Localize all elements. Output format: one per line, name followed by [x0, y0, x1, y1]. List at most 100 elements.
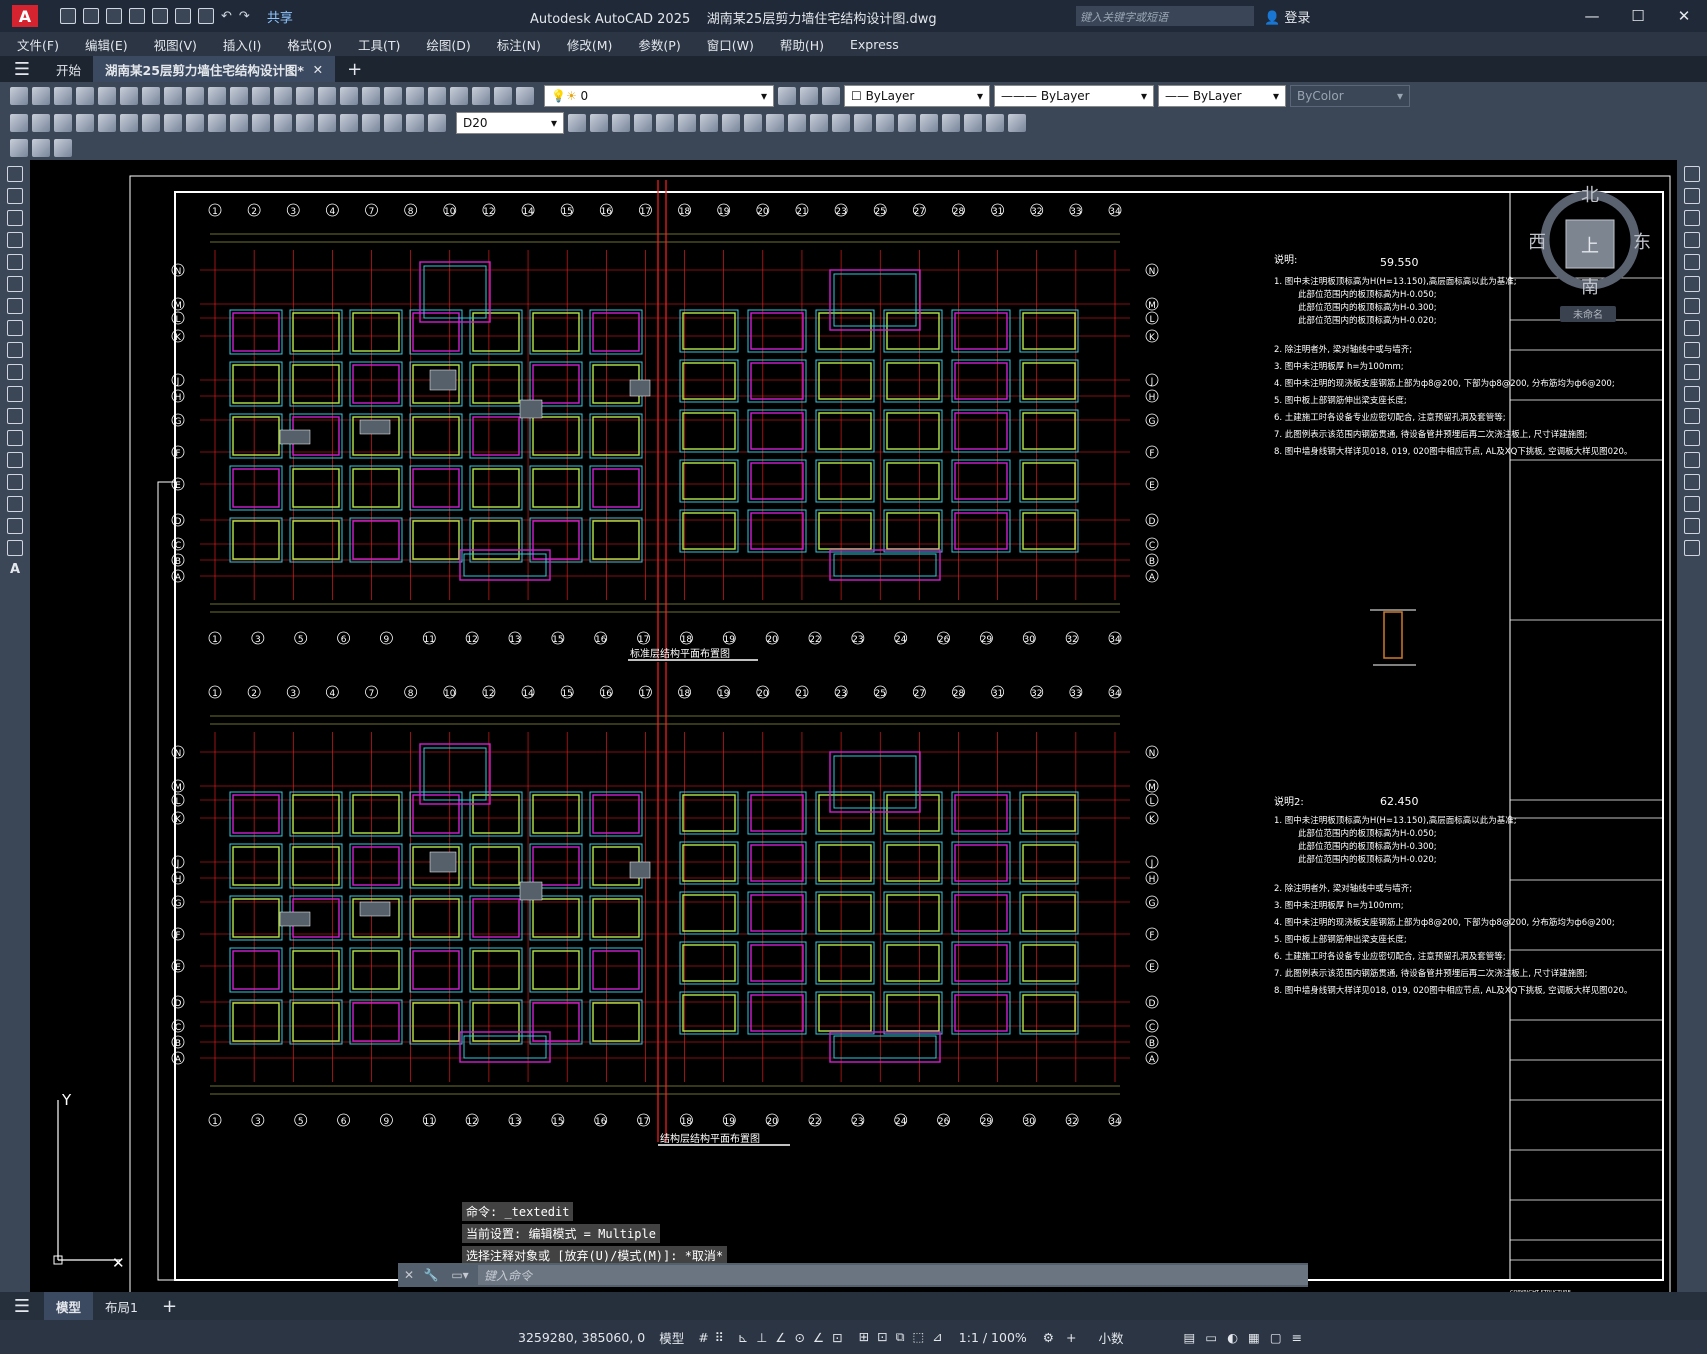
subtract-icon[interactable]: [854, 114, 872, 132]
tool-palette-icon[interactable]: [406, 87, 424, 105]
attribute-icon[interactable]: [32, 139, 50, 157]
print-icon[interactable]: [198, 8, 214, 24]
dim-diameter-icon[interactable]: [142, 114, 160, 132]
lineweight-dropdown[interactable]: —— ByLayer ▾: [1158, 85, 1286, 107]
circle-icon[interactable]: [7, 298, 23, 314]
zoom-window-icon[interactable]: [318, 87, 336, 105]
add-layout-button[interactable]: +: [150, 1292, 189, 1320]
text-icon[interactable]: A: [7, 562, 23, 578]
extrude-icon[interactable]: [744, 114, 762, 132]
gear-icon[interactable]: ⚙: [1043, 1330, 1054, 1345]
zoom-previous-icon[interactable]: [340, 87, 358, 105]
calculator-icon[interactable]: [450, 87, 468, 105]
cut-icon[interactable]: [142, 87, 160, 105]
polygon-icon[interactable]: [7, 232, 23, 248]
point-icon[interactable]: [7, 452, 23, 468]
menu-item-3[interactable]: 插入(I): [206, 35, 270, 54]
menu-item-1[interactable]: 编辑(E): [68, 35, 137, 54]
gradient-icon[interactable]: [7, 496, 23, 512]
menu-item-11[interactable]: 帮助(H): [763, 35, 833, 54]
dim-baseline-icon[interactable]: [208, 114, 226, 132]
menu-item-0[interactable]: 文件(F): [0, 35, 68, 54]
publish-icon[interactable]: [175, 8, 191, 24]
dim-continue-icon[interactable]: [230, 114, 248, 132]
center-mark-icon[interactable]: [318, 114, 336, 132]
union-icon[interactable]: [832, 114, 850, 132]
preview-icon[interactable]: [98, 87, 116, 105]
menu-item-9[interactable]: 参数(P): [621, 35, 689, 54]
make-current-icon[interactable]: [778, 87, 796, 105]
stretch-icon[interactable]: [1684, 342, 1700, 358]
menu-item-12[interactable]: Express: [833, 37, 908, 52]
layout-menu-icon[interactable]: ☰: [0, 1296, 44, 1317]
make-block-icon[interactable]: [7, 430, 23, 446]
polyline-icon[interactable]: [7, 210, 23, 226]
spline-icon[interactable]: [7, 342, 23, 358]
erase-icon[interactable]: [1684, 166, 1700, 182]
3d-rotate-icon[interactable]: [964, 114, 982, 132]
copy-icon[interactable]: [164, 87, 182, 105]
torus-icon[interactable]: [722, 114, 740, 132]
dim-jogged-icon[interactable]: [120, 114, 138, 132]
block-editor-icon[interactable]: [10, 139, 28, 157]
layer-match-icon[interactable]: [822, 87, 840, 105]
model-space-toggle[interactable]: 模型: [659, 1328, 684, 1347]
fillet-icon[interactable]: [1684, 496, 1700, 512]
tab-start[interactable]: 开始: [44, 56, 93, 82]
inspect-icon[interactable]: [340, 114, 358, 132]
autocad-logo-icon[interactable]: A: [12, 5, 38, 27]
plus-icon[interactable]: +: [1066, 1330, 1076, 1345]
chamfer-icon[interactable]: [1684, 474, 1700, 490]
dim-text-edit-icon[interactable]: [406, 114, 424, 132]
dim-ordinate-icon[interactable]: [76, 114, 94, 132]
loft-icon[interactable]: [788, 114, 806, 132]
explode-icon[interactable]: [1684, 540, 1700, 556]
insert-block-icon[interactable]: [7, 408, 23, 424]
close-tab-icon[interactable]: ✕: [313, 62, 323, 77]
viewcube[interactable]: 上 北 南 西 东 未命名: [1528, 180, 1651, 322]
publish-icon[interactable]: [120, 87, 138, 105]
new-tab-button[interactable]: +: [335, 56, 374, 82]
grid-icon[interactable]: #⠿: [698, 1330, 730, 1345]
slice-icon[interactable]: [898, 114, 916, 132]
dim-style-icon[interactable]: [568, 114, 586, 132]
redo-icon[interactable]: ↷: [239, 9, 250, 24]
match-icon[interactable]: [208, 87, 226, 105]
scale-icon[interactable]: [1684, 320, 1700, 336]
properties-icon[interactable]: [362, 87, 380, 105]
menu-item-8[interactable]: 修改(M): [550, 35, 622, 54]
dim-aligned-icon[interactable]: [32, 114, 50, 132]
mirror-icon[interactable]: [1684, 210, 1700, 226]
annotation-icons[interactable]: ⊞⊡⧉⬚⊿: [859, 1329, 951, 1345]
intersect-icon[interactable]: [876, 114, 894, 132]
coordinates[interactable]: 3259280, 385060, 0: [518, 1330, 645, 1345]
dim-linear-icon[interactable]: [10, 114, 28, 132]
3d-align-icon[interactable]: [986, 114, 1004, 132]
compass-east[interactable]: 东: [1633, 232, 1651, 253]
section-icon[interactable]: [920, 114, 938, 132]
move-icon[interactable]: [1684, 276, 1700, 292]
save-as-icon[interactable]: [152, 8, 168, 24]
layer-previous-icon[interactable]: [800, 87, 818, 105]
minimize-icon[interactable]: —: [1569, 0, 1615, 32]
revcloud-icon[interactable]: [7, 320, 23, 336]
maximize-icon[interactable]: ☐: [1615, 0, 1661, 32]
compass-north[interactable]: 北: [1581, 185, 1599, 206]
new-icon[interactable]: [60, 8, 76, 24]
wedge-icon[interactable]: [700, 114, 718, 132]
dimstyle-dropdown[interactable]: D20 ▾: [456, 112, 564, 134]
arc-icon[interactable]: [7, 276, 23, 292]
pan-icon[interactable]: [274, 87, 292, 105]
revolve-icon[interactable]: [766, 114, 784, 132]
layer-properties-icon[interactable]: [494, 87, 512, 105]
menu-item-5[interactable]: 工具(T): [341, 35, 409, 54]
zoom-icon[interactable]: [296, 87, 314, 105]
array-icon[interactable]: [1684, 254, 1700, 270]
hatch-icon[interactable]: [7, 474, 23, 490]
share-button[interactable]: 共享: [267, 7, 293, 26]
3d-array-icon[interactable]: [1008, 114, 1026, 132]
join-icon[interactable]: [1684, 452, 1700, 468]
trim-icon[interactable]: [1684, 364, 1700, 380]
tab-model[interactable]: 模型: [44, 1292, 94, 1320]
new-icon[interactable]: [10, 87, 28, 105]
